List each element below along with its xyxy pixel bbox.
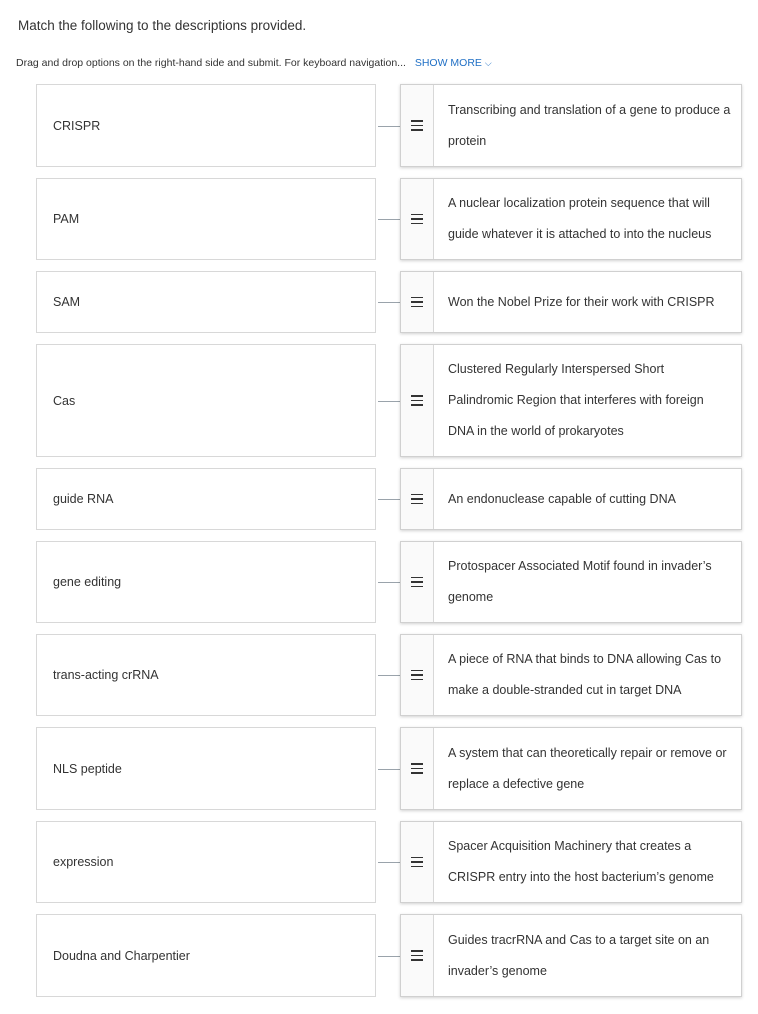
term-label: Cas [53, 393, 76, 408]
match-row: guide RNA An endonuclease capable of cut… [36, 468, 742, 530]
match-row: Doudna and Charpentier Guides tracrRNA a… [36, 914, 742, 997]
match-row: PAM A nuclear localization protein seque… [36, 178, 742, 260]
question-title: Match the following to the descriptions … [18, 18, 307, 33]
draggable-description-card[interactable]: A system that can theoretically repair o… [400, 727, 742, 810]
drag-handle-icon[interactable] [401, 822, 434, 902]
description-text: A system that can theoretically repair o… [448, 745, 727, 791]
draggable-description-card[interactable]: A nuclear localization protein sequence … [400, 178, 742, 260]
description-text: Won the Nobel Prize for their work with … [448, 294, 715, 309]
drag-handle-icon[interactable] [401, 85, 434, 166]
description-text: A piece of RNA that binds to DNA allowin… [448, 652, 722, 697]
term-box: PAM [36, 178, 376, 260]
match-row: NLS peptide A system that can theoretica… [36, 727, 742, 810]
draggable-description-card[interactable]: Clustered Regularly Interspersed Short P… [400, 344, 742, 457]
connector-line [378, 675, 400, 676]
show-more-label: SHOW MORE [414, 57, 482, 69]
connector-line [378, 125, 400, 127]
connector-line [378, 862, 400, 863]
term-box: expression [36, 821, 376, 903]
connector-line [378, 768, 400, 770]
drag-handle-icon[interactable] [401, 728, 434, 809]
term-box: NLS peptide [36, 727, 376, 810]
drag-handle-icon[interactable] [401, 542, 434, 622]
draggable-description-card[interactable]: Won the Nobel Prize for their work with … [400, 271, 742, 333]
term-box: Doudna and Charpentier [36, 914, 376, 997]
match-row: expression Spacer Acquisition Machinery … [36, 821, 742, 903]
description-text: A nuclear localization protein sequence … [448, 196, 712, 241]
match-row: gene editing Protospacer Associated Moti… [36, 541, 742, 623]
description-text: Protospacer Associated Motif found in in… [448, 559, 712, 604]
term-box: gene editing [36, 541, 376, 623]
match-row: Cas Clustered Regularly Interspersed Sho… [36, 344, 742, 457]
draggable-description-card[interactable]: A piece of RNA that binds to DNA allowin… [400, 634, 742, 716]
connector-line [378, 302, 400, 303]
term-label: expression [53, 855, 114, 869]
draggable-description-card[interactable]: An endonuclease capable of cutting DNA [400, 468, 742, 530]
connector-line [378, 219, 400, 220]
description-text: Guides tracrRNA and Cas to a target site… [448, 932, 710, 978]
draggable-description-card[interactable]: Guides tracrRNA and Cas to a target site… [400, 914, 742, 997]
instructions: Drag and drop options on the right-hand … [16, 57, 492, 69]
description-text: Spacer Acquisition Machinery that create… [448, 839, 714, 884]
term-label: PAM [53, 212, 80, 226]
term-label: gene editing [53, 575, 122, 589]
draggable-description-card[interactable]: Spacer Acquisition Machinery that create… [400, 821, 742, 903]
description-text: Transcribing and translation of a gene t… [448, 102, 731, 148]
term-box: trans-acting crRNA [36, 634, 376, 716]
term-label: Doudna and Charpentier [53, 948, 190, 963]
match-row: trans-acting crRNA A piece of RNA that b… [36, 634, 742, 716]
drag-handle-icon[interactable] [401, 915, 434, 996]
drag-handle-icon[interactable] [401, 635, 434, 715]
drag-handle-icon[interactable] [401, 469, 434, 529]
draggable-description-card[interactable]: Protospacer Associated Motif found in in… [400, 541, 742, 623]
term-box: Cas [36, 344, 376, 457]
description-text: Clustered Regularly Interspersed Short P… [448, 362, 704, 438]
drag-handle-icon[interactable] [401, 345, 434, 456]
term-box: SAM [36, 271, 376, 333]
connector-line [378, 400, 400, 402]
match-row: SAM Won the Nobel Prize for their work w… [36, 271, 742, 333]
term-label: SAM [53, 295, 81, 309]
term-label: guide RNA [53, 492, 114, 506]
chevron-down-icon: ⌵ [484, 58, 492, 68]
term-box: guide RNA [36, 468, 376, 530]
term-label: trans-acting crRNA [53, 668, 159, 682]
connector-line [378, 582, 400, 583]
show-more-link[interactable]: SHOW MORE ⌵ [415, 57, 492, 69]
connector-line [378, 955, 400, 957]
match-row: CRISPR Transcribing and translation of a… [36, 84, 742, 167]
connector-line [378, 499, 400, 500]
term-label: NLS peptide [53, 761, 122, 776]
term-box: CRISPR [36, 84, 376, 167]
draggable-description-card[interactable]: Transcribing and translation of a gene t… [400, 84, 742, 167]
description-text: An endonuclease capable of cutting DNA [448, 491, 676, 506]
instructions-text: Drag and drop options on the right-hand … [16, 57, 406, 69]
drag-handle-icon[interactable] [401, 179, 434, 259]
drag-handle-icon[interactable] [401, 272, 434, 332]
term-label: CRISPR [53, 118, 101, 133]
